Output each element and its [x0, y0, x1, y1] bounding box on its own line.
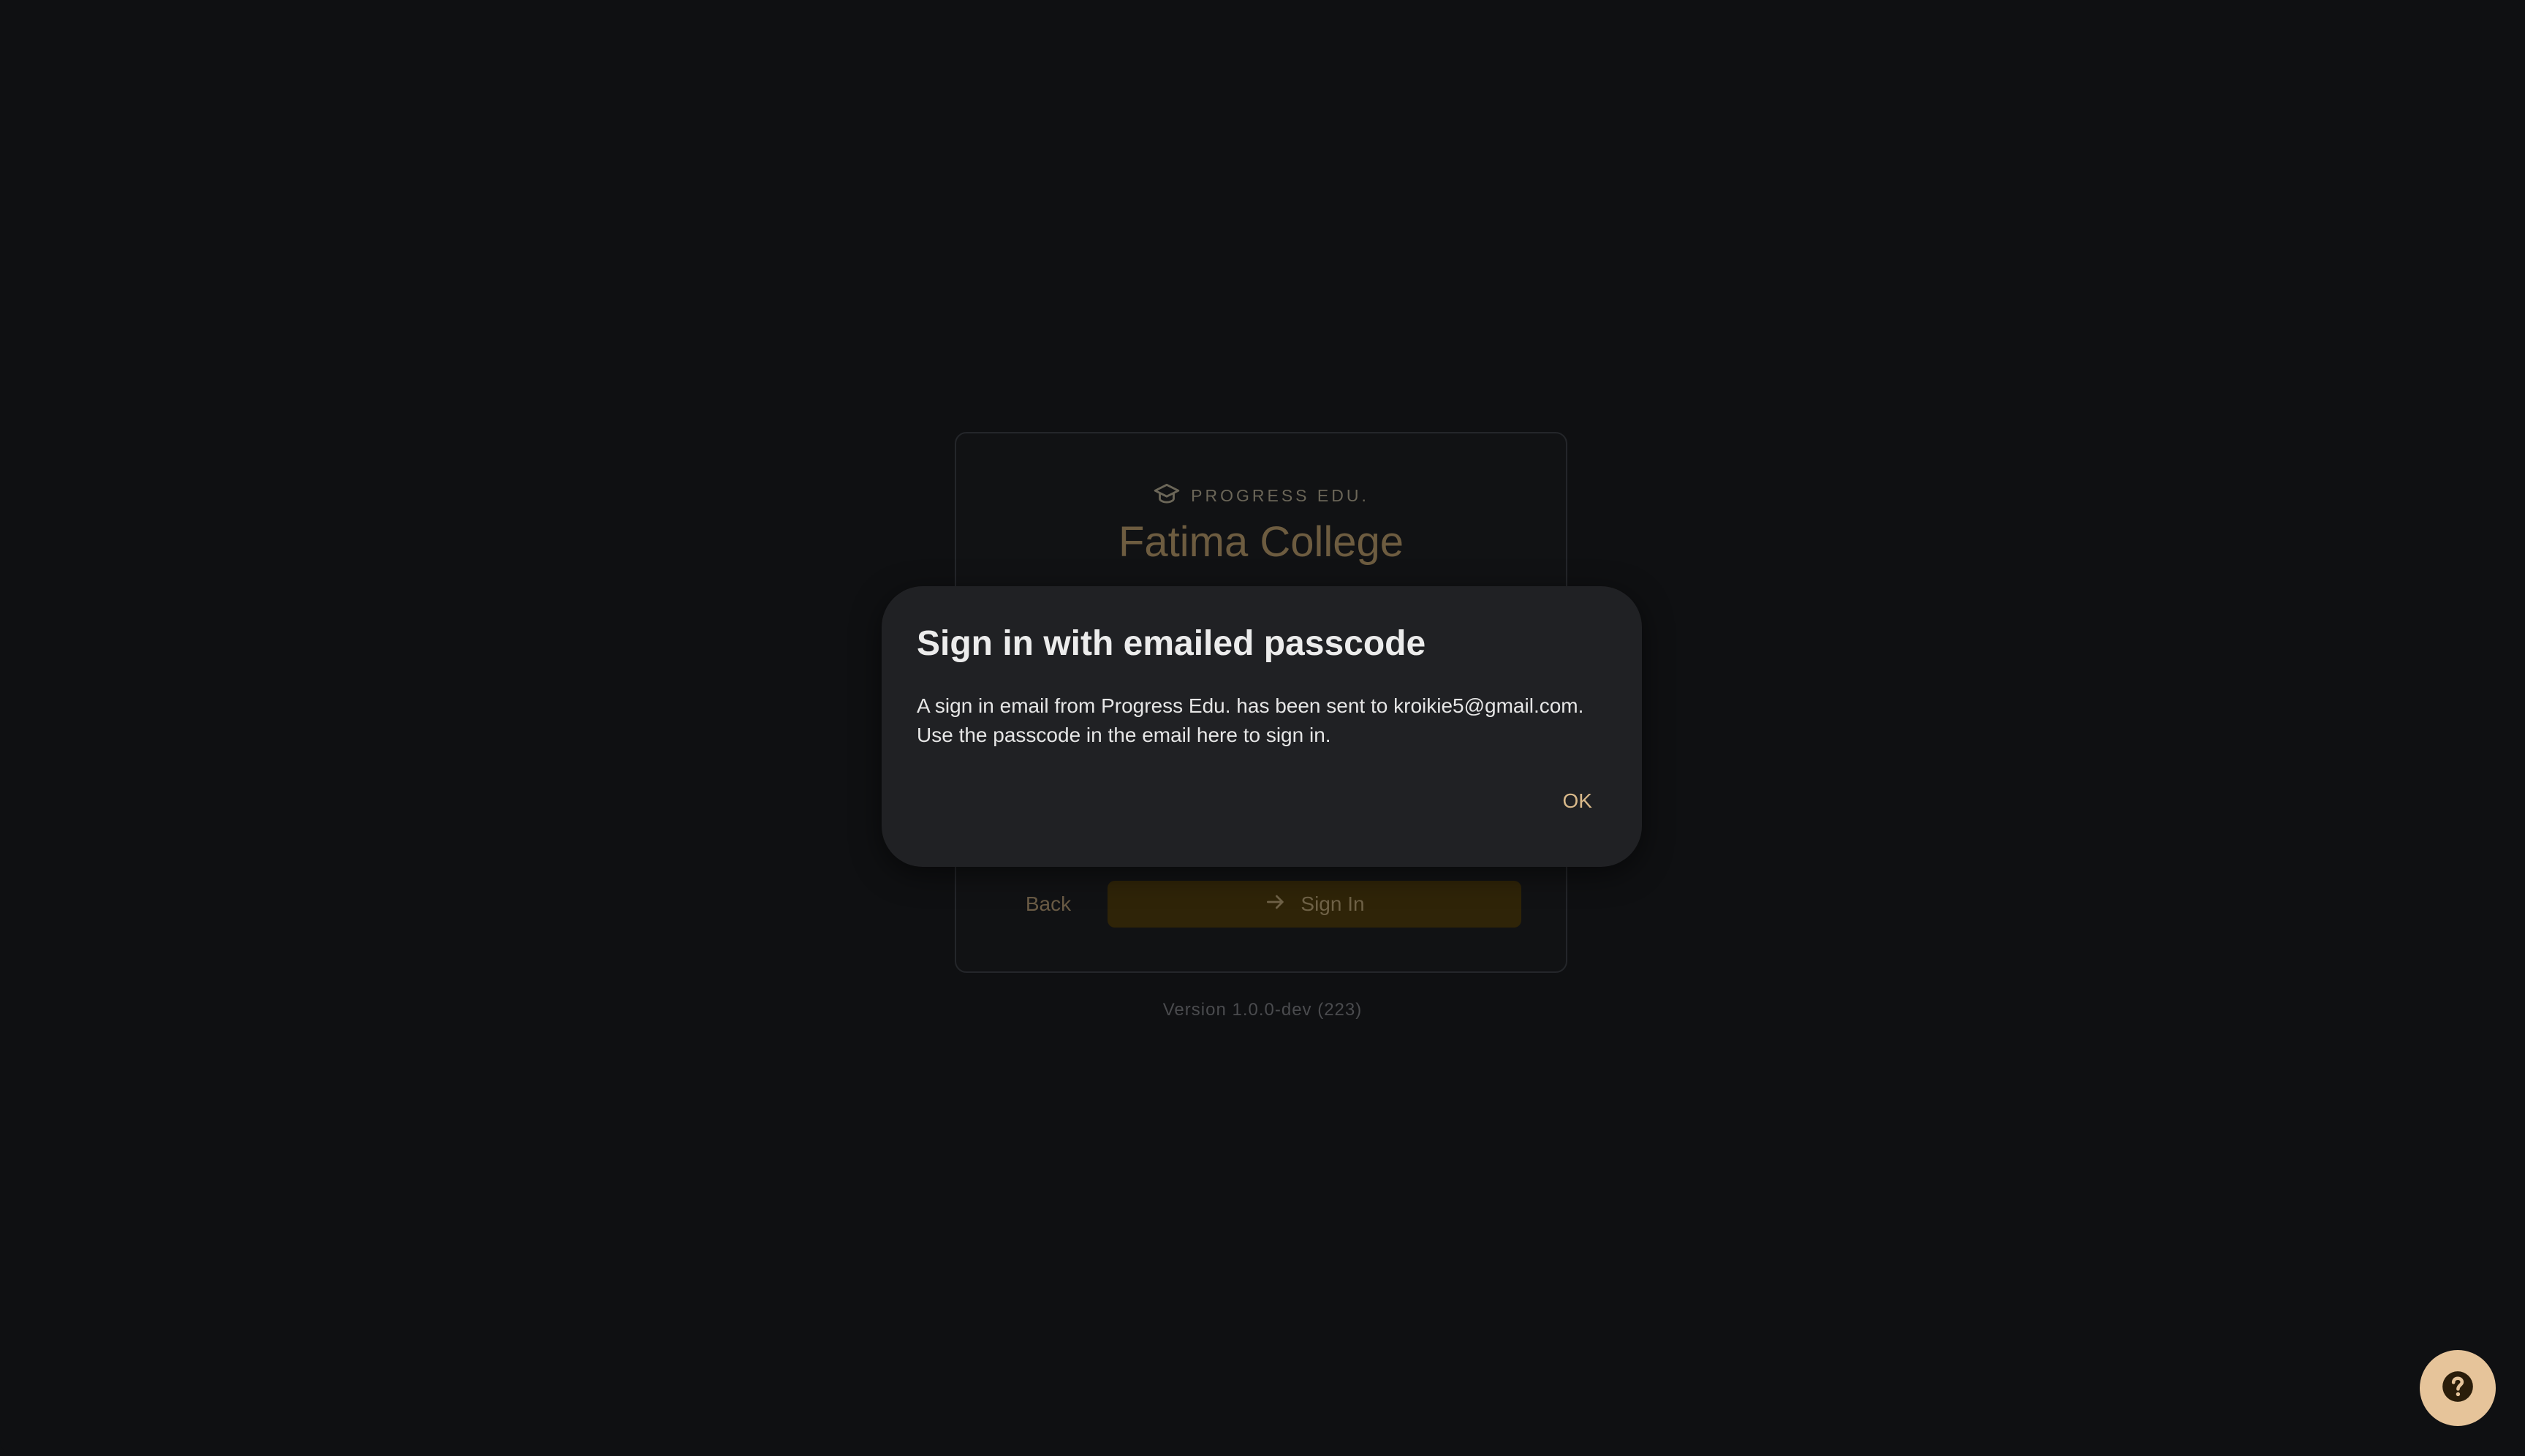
dialog-body: A sign in email from Progress Edu. has b… — [917, 691, 1607, 750]
app-viewport: PROGRESS EDU. Fatima College Back Sign I… — [0, 0, 2525, 1456]
card-actions: Back Sign In — [956, 881, 1566, 928]
version-label: Version 1.0.0-dev (223) — [1162, 1000, 1363, 1020]
dialog-body-line-1: A sign in email from Progress Edu. has b… — [917, 694, 1584, 717]
ok-button[interactable]: OK — [1557, 784, 1598, 819]
help-icon — [2439, 1368, 2476, 1408]
college-title: Fatima College — [1118, 518, 1404, 566]
help-button[interactable] — [2420, 1350, 2496, 1426]
arrow-right-icon — [1264, 890, 1287, 919]
dialog-title: Sign in with emailed passcode — [917, 624, 1426, 663]
passcode-dialog: Sign in with emailed passcode A sign in … — [882, 586, 1642, 867]
brand-name: PROGRESS EDU. — [1191, 486, 1369, 505]
brand-row: PROGRESS EDU. — [956, 480, 1566, 512]
back-button[interactable]: Back — [1004, 881, 1092, 928]
sign-in-button[interactable]: Sign In — [1108, 881, 1521, 928]
graduation-cap-icon — [1153, 480, 1181, 512]
dialog-body-line-2: Use the passcode in the email here to si… — [917, 724, 1331, 746]
sign-in-label: Sign In — [1301, 892, 1365, 915]
